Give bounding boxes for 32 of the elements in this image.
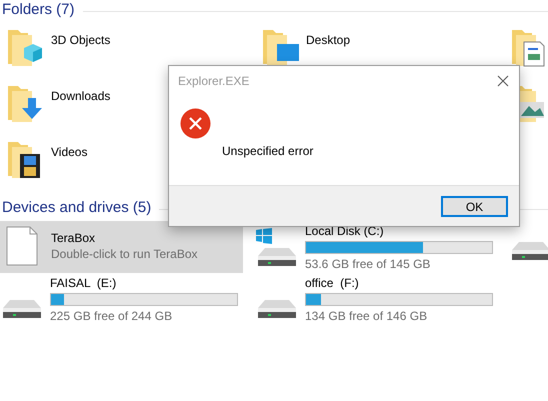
drive-name: FAISAL (E:) (50, 276, 118, 291)
drive-icon (1, 299, 43, 321)
windows-logo-icon (256, 228, 272, 244)
drive-free-space: 225 GB free of 244 GB (50, 308, 174, 324)
drive-icon (510, 241, 548, 263)
drive-name: Local Disk (C:) (305, 224, 385, 239)
file-icon (6, 226, 38, 266)
section-header[interactable]: Devices and drives (5) (0, 196, 152, 220)
drive-tile[interactable]: Local Disk (C:) 53.6 GB free of 145 GB (255, 221, 510, 273)
folder-name[interactable]: 3D Objects (51, 31, 110, 49)
close-icon[interactable] (497, 75, 509, 87)
section-header[interactable]: Folders (7) (0, 0, 75, 22)
drive-tile[interactable]: FAISAL (E:) 225 GB free of 244 GB (0, 273, 255, 325)
drive-name: office (F:) (305, 276, 360, 291)
error-icon (180, 108, 211, 139)
drive-free-space: 134 GB free of 146 GB (305, 308, 428, 324)
drive-name: TeraBox (51, 231, 96, 246)
dialog-title: Explorer.EXE (178, 73, 250, 90)
ok-button[interactable]: OK (441, 196, 508, 216)
folder-icon (6, 28, 44, 68)
drive-icon (256, 247, 298, 269)
drive-subtitle: Double-click to run TeraBox (51, 246, 198, 262)
folder-icon (261, 28, 299, 68)
drive-tile[interactable]: TeraBox Double-click to run TeraBox (0, 221, 243, 273)
drive-tile[interactable]: office (F:) 134 GB free of 146 GB (255, 273, 510, 325)
folder-name[interactable]: Desktop (306, 31, 350, 49)
drive-free-space: 53.6 GB free of 145 GB (305, 256, 432, 272)
drive-icon (256, 299, 298, 321)
folder-name[interactable]: Downloads (51, 87, 110, 105)
folder-icon (6, 84, 44, 124)
error-message: Unspecified error (222, 143, 314, 158)
folder-name[interactable]: Videos (51, 143, 88, 161)
